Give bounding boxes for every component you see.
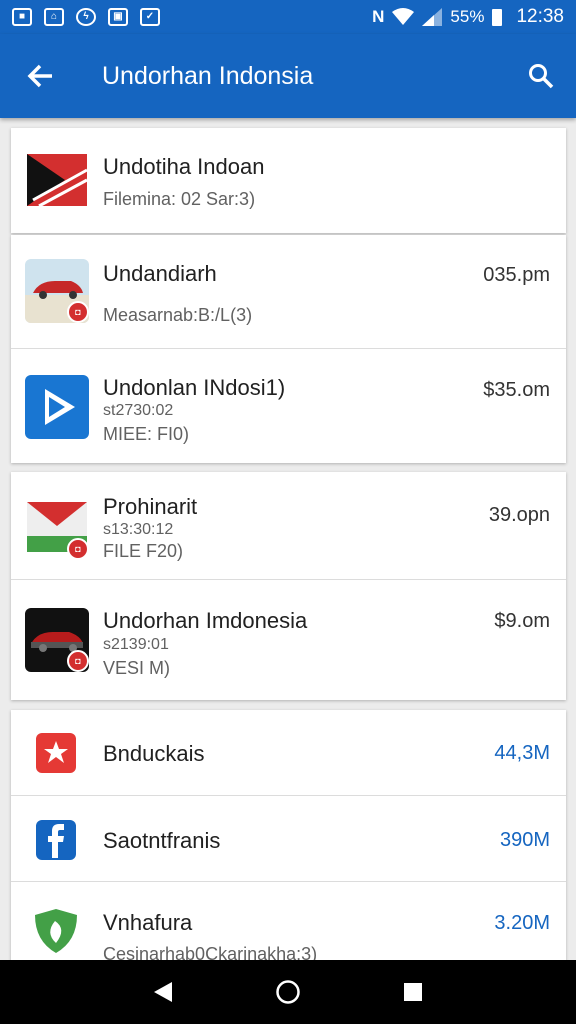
- item-title: Vnhafura: [103, 910, 193, 935]
- car-icon: ◘: [25, 259, 89, 323]
- notification-icon: ■: [12, 8, 32, 26]
- item-meta: MIEE: FI0): [103, 424, 190, 444]
- item-title: Bnduckais: [103, 741, 205, 766]
- item-value: $9.om: [494, 610, 550, 632]
- item-subtitle: Filemina: 02 Sar:3): [103, 189, 256, 209]
- item-title: Undandiarh: [103, 261, 217, 286]
- item-title: Saotntfranis: [103, 828, 221, 853]
- item-title: Undorhan Imdonesia: [103, 608, 308, 633]
- battery-percent: 55%: [450, 7, 485, 26]
- nav-recents-button[interactable]: [383, 960, 443, 1024]
- item-title: Undonlan INdosi1): [103, 375, 286, 400]
- badge-icon: ◘: [67, 538, 89, 560]
- list-item[interactable]: ◘ Undandiarh Measarnab:B:/L(3) 035.pm: [11, 235, 566, 349]
- status-bar: ■ ⌂ ϟ ▣ ✓ N 55% 12:38: [0, 0, 576, 34]
- list-item[interactable]: Saotntfranis 390M: [11, 796, 566, 882]
- status-left-icons: ■ ⌂ ϟ ▣ ✓: [12, 8, 160, 26]
- nfc-icon: N: [372, 7, 385, 26]
- page-title: Undorhan Indonsia: [102, 61, 314, 90]
- shield-leaf-icon: [33, 907, 79, 955]
- item-subtitle: st2730:02: [103, 402, 174, 419]
- back-triangle-icon: [153, 982, 172, 1002]
- status-right: N 55% 12:38: [372, 6, 564, 28]
- item-title: Undotiha Indoan: [103, 154, 265, 179]
- badge-icon: ◘: [67, 301, 89, 323]
- clock: 12:38: [516, 6, 564, 27]
- search-icon: [529, 64, 554, 89]
- list-item[interactable]: Vnhafura Cesinarhab0Ckarinakha:3) 3.20M: [11, 882, 566, 970]
- card-group-4: Bnduckais 44,3M Saotntfranis 390M Vnhafu…: [11, 710, 566, 970]
- list-item[interactable]: ◘ Prohinarit s13:30:12 FILE F20) 39.opn: [11, 472, 566, 580]
- item-title: Prohinarit: [103, 494, 198, 519]
- item-subtitle: s13:30:12: [103, 521, 174, 538]
- facebook-icon: [36, 820, 76, 860]
- nav-back-button[interactable]: [133, 960, 193, 1024]
- item-value: 44,3M: [494, 742, 550, 764]
- card-group-2: ◘ Undandiarh Measarnab:B:/L(3) 035.pm Un…: [11, 235, 566, 463]
- item-value: $35.om: [483, 379, 550, 401]
- badge-icon: ◘: [67, 650, 89, 672]
- arrow-left-icon: [27, 64, 52, 88]
- battery-icon: [492, 8, 503, 26]
- recents-square-icon: [404, 983, 423, 1001]
- search-button[interactable]: [506, 34, 576, 118]
- signal-icon: [422, 8, 443, 26]
- item-value: 39.opn: [488, 504, 550, 526]
- item-meta: VESI M): [103, 658, 171, 678]
- item-subtitle: Measarnab:B:/L(3): [103, 305, 253, 325]
- flag-icon: [25, 148, 89, 212]
- home-circle-icon: [276, 980, 300, 1004]
- nav-bar: [0, 960, 576, 1024]
- item-meta: FILE F20): [103, 541, 184, 561]
- item-value: 390M: [499, 829, 550, 851]
- card-group-1: Undotiha Indoan Filemina: 02 Sar:3): [11, 128, 566, 233]
- item-value: 3.20M: [494, 912, 550, 934]
- back-button[interactable]: [0, 34, 80, 118]
- wifi-icon: [392, 8, 415, 25]
- cast-icon: ✓: [140, 8, 160, 26]
- home-notification-icon: ⌂: [44, 8, 64, 26]
- nav-home-button[interactable]: [258, 960, 318, 1024]
- app-bar: Undorhan Indonsia: [0, 34, 576, 118]
- item-value: 035.pm: [483, 264, 550, 286]
- messenger-icon: ϟ: [76, 8, 96, 26]
- flag-green-icon: ◘: [25, 496, 89, 560]
- list-item[interactable]: Bnduckais 44,3M: [11, 710, 566, 796]
- car-dark-icon: ◘: [25, 608, 89, 672]
- play-icon: [25, 375, 89, 439]
- list-item[interactable]: ◘ Undorhan Imdonesia s2139:01 VESI M) $9…: [11, 580, 566, 700]
- list-item[interactable]: Undotiha Indoan Filemina: 02 Sar:3): [11, 128, 566, 233]
- gallery-icon: ▣: [108, 8, 128, 26]
- star-icon: [36, 733, 76, 773]
- list-item[interactable]: Undonlan INdosi1) st2730:02 MIEE: FI0) $…: [11, 349, 566, 463]
- item-subtitle: s2139:01: [103, 636, 169, 653]
- card-group-3: ◘ Prohinarit s13:30:12 FILE F20) 39.opn …: [11, 472, 566, 700]
